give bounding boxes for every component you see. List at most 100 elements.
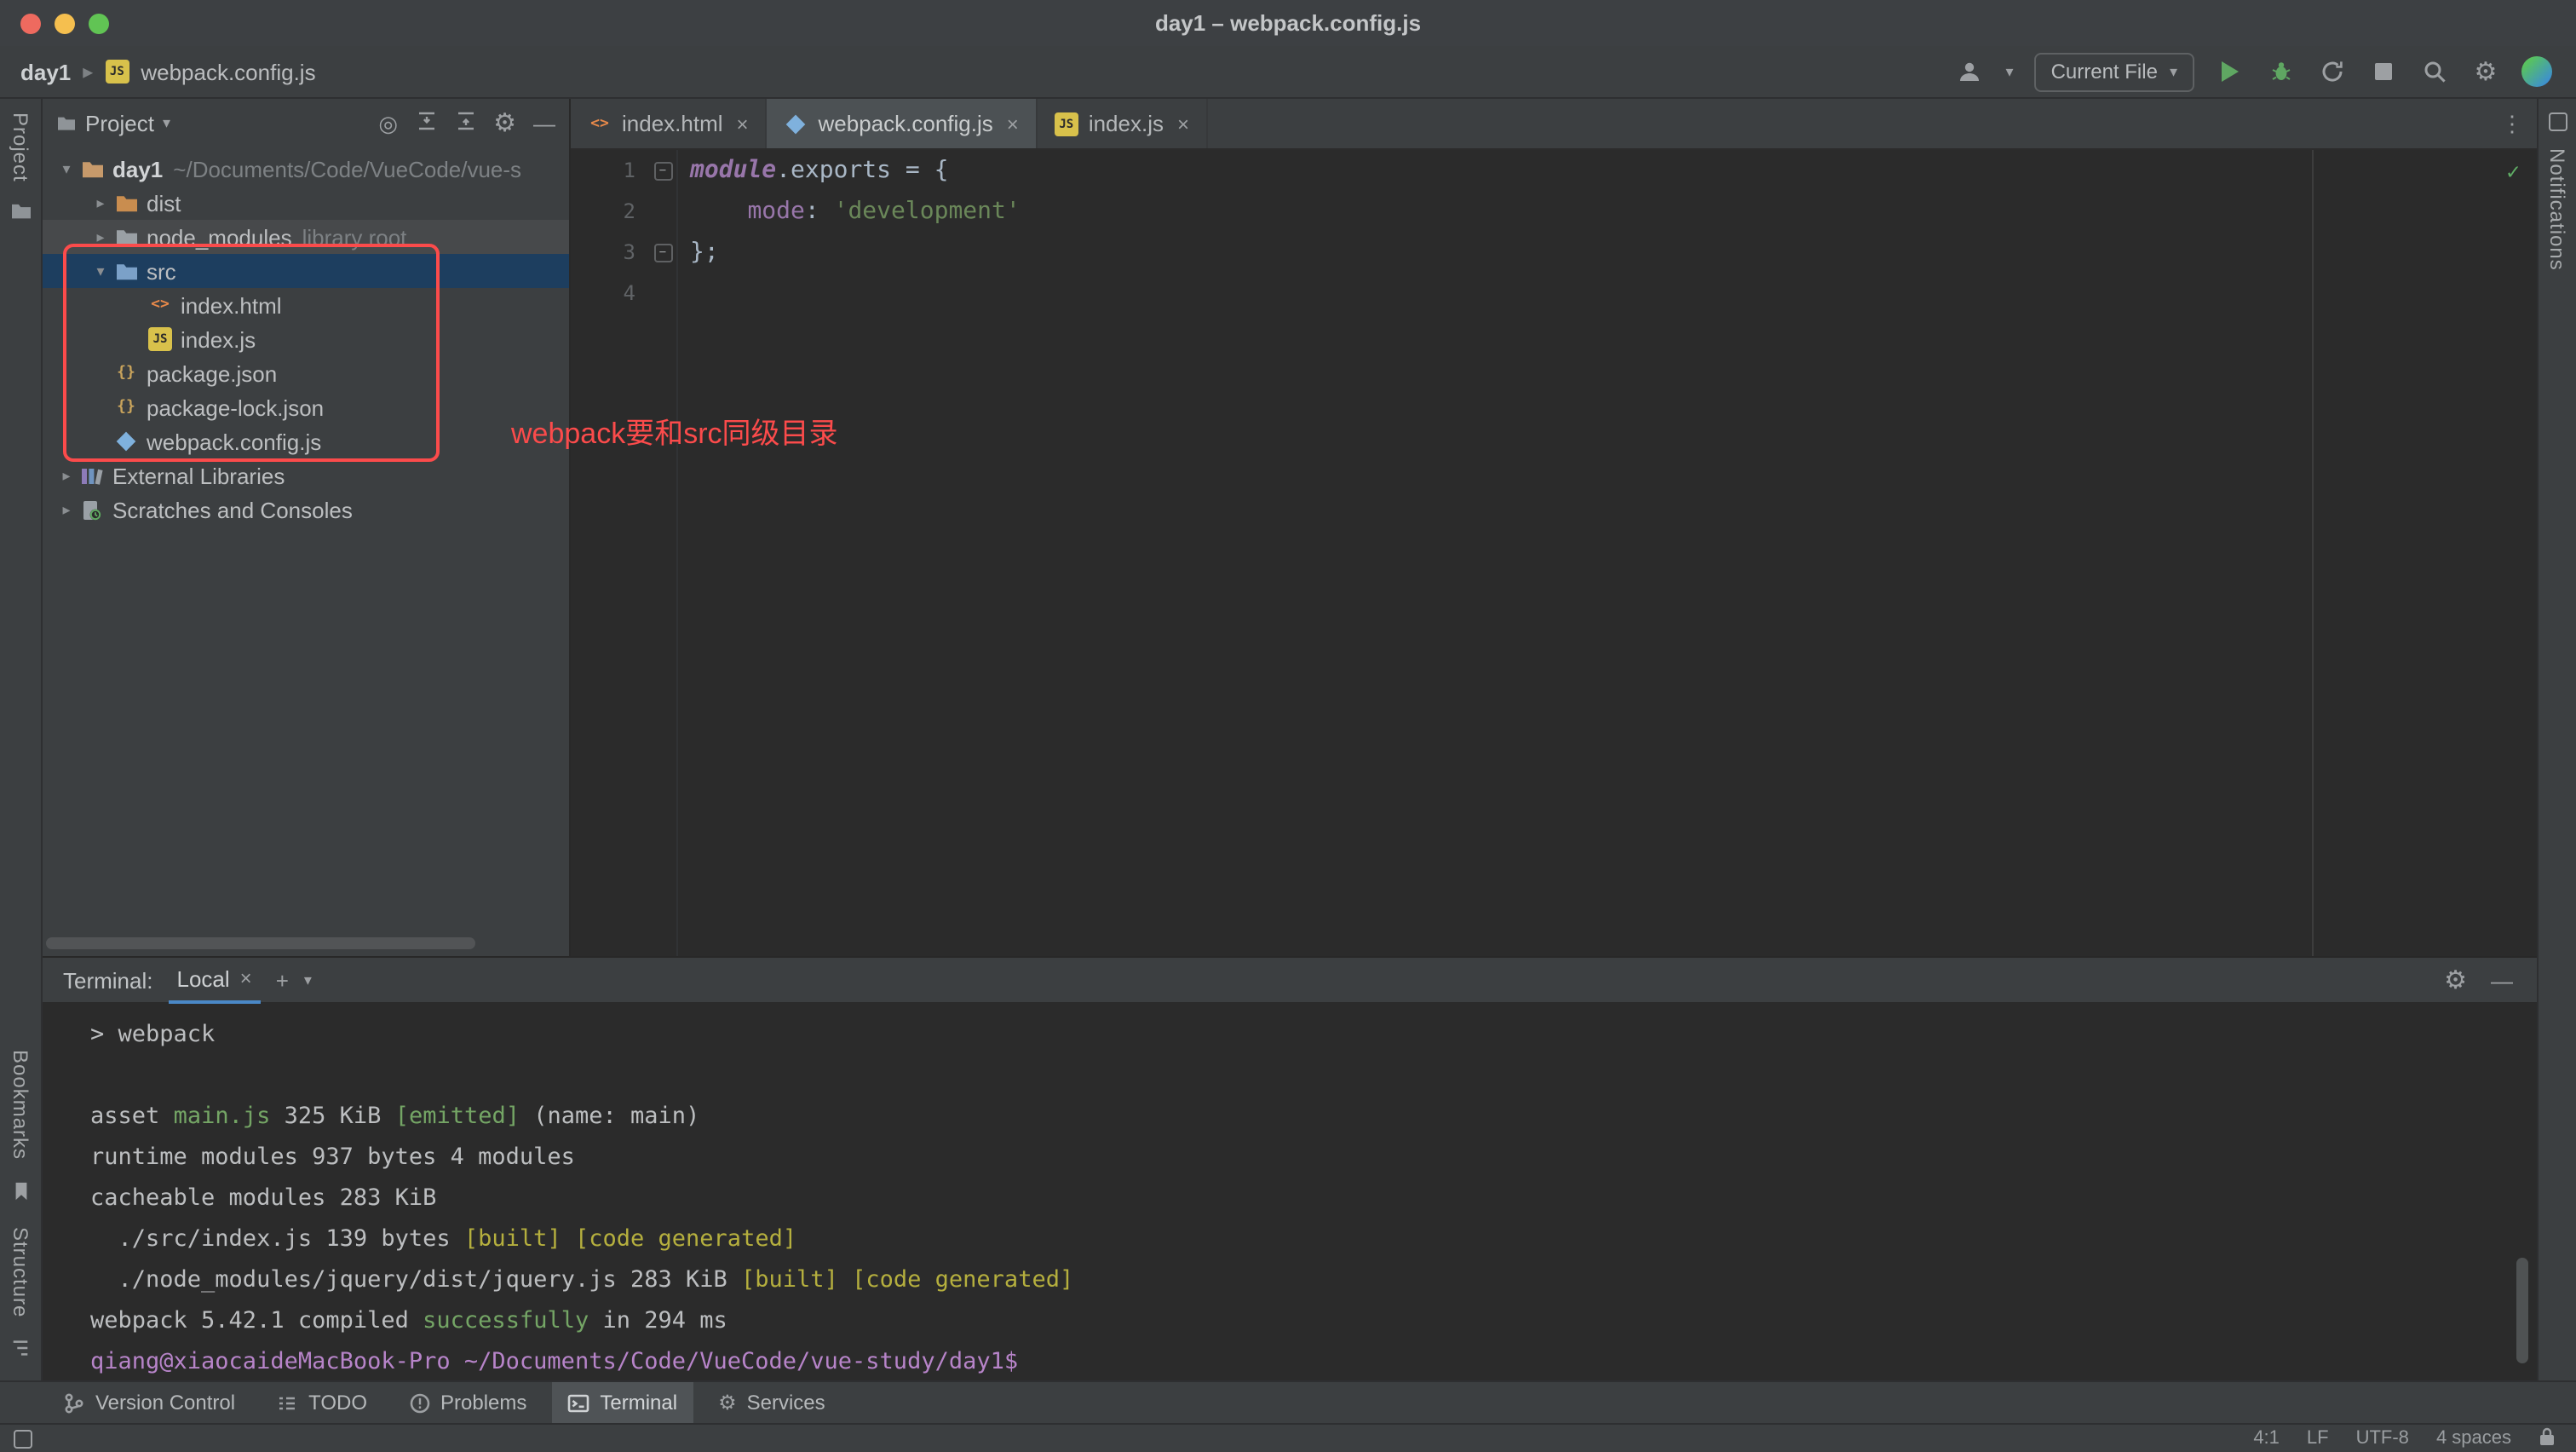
tree-item-index-js[interactable]: JS index.js xyxy=(43,322,569,356)
excluded-folder-icon xyxy=(114,193,143,213)
project-panel-header: Project ▾ ◎ ⚙ — xyxy=(43,99,569,148)
project-tool-icon[interactable] xyxy=(9,199,32,225)
chevron-down-icon: ▾ xyxy=(2169,62,2177,79)
webpack-file-icon xyxy=(785,112,808,135)
caret-position[interactable]: 4:1 xyxy=(2253,1428,2280,1449)
terminal-scrollbar[interactable] xyxy=(2516,1258,2528,1363)
bookmark-icon[interactable] xyxy=(11,1181,30,1207)
tool-stripe-notifications-tab[interactable]: Notifications xyxy=(2545,148,2569,271)
terminal-title: Terminal: xyxy=(63,967,153,993)
tree-item-package-json[interactable]: {} package.json xyxy=(43,356,569,390)
new-terminal-icon[interactable]: + xyxy=(276,967,289,993)
user-account-icon[interactable] xyxy=(1955,56,1986,87)
tree-item-webpack-config-js[interactable]: webpack.config.js xyxy=(43,424,569,458)
line-number: 4 xyxy=(623,281,635,305)
inspections-ok-icon[interactable]: ✓ xyxy=(2506,160,2520,186)
run-button[interactable] xyxy=(2215,56,2245,87)
navigation-bar: day1 ▸ JS webpack.config.js ▾ Current Fi… xyxy=(0,46,2576,99)
breadcrumb-project[interactable]: day1 xyxy=(20,59,71,84)
js-file-icon: JS xyxy=(105,60,129,84)
close-window-button[interactable] xyxy=(20,13,41,33)
terminal-output[interactable]: > webpack asset main.js 325 KiB [emitted… xyxy=(43,1002,2537,1387)
chevron-right-icon[interactable]: ▸ xyxy=(87,228,114,246)
indent-style[interactable]: 4 spaces xyxy=(2436,1428,2511,1449)
run-configuration-select[interactable]: Current File ▾ xyxy=(2033,52,2194,91)
tree-item-src[interactable]: ▾ src xyxy=(43,254,569,288)
toolwindow-terminal[interactable]: Terminal xyxy=(552,1382,693,1423)
tab-options-icon[interactable]: ⋮ xyxy=(2501,110,2523,137)
chevron-down-icon[interactable]: ▾ xyxy=(304,971,312,989)
terminal-settings-gear-icon[interactable]: ⚙ xyxy=(2444,967,2467,993)
breadcrumb-file[interactable]: webpack.config.js xyxy=(141,59,315,84)
file-encoding[interactable]: UTF-8 xyxy=(2356,1428,2409,1449)
project-settings-gear-icon[interactable]: ⚙ xyxy=(493,111,516,136)
line-number: 2 xyxy=(623,199,635,223)
rerun-button[interactable] xyxy=(2317,56,2348,87)
left-tool-stripe: Project Bookmarks Structure xyxy=(0,99,43,1380)
close-icon[interactable]: × xyxy=(1177,112,1189,135)
terminal-tool-window: Terminal: Local × + ▾ ⚙ — > webpack asse… xyxy=(43,956,2537,1387)
project-horizontal-scrollbar[interactable] xyxy=(46,937,475,949)
js-file-icon: JS xyxy=(148,327,177,351)
collapse-all-icon[interactable] xyxy=(454,111,476,136)
tree-item-index-html[interactable]: <> index.html xyxy=(43,288,569,322)
close-icon[interactable]: × xyxy=(737,112,749,135)
project-tool-window: Project ▾ ◎ ⚙ — ▾ day1 ~/Documents/Code/… xyxy=(43,99,571,956)
tool-stripe-bookmarks-tab[interactable]: Bookmarks xyxy=(9,1051,32,1161)
settings-gear-icon[interactable]: ⚙ xyxy=(2470,56,2501,87)
chevron-down-icon[interactable]: ▾ xyxy=(163,114,170,133)
tab-index-html[interactable]: <> index.html × xyxy=(571,99,768,148)
hide-panel-icon[interactable]: — xyxy=(533,111,555,136)
tree-item-node-modules[interactable]: ▸ node_modules library root xyxy=(43,220,569,254)
fold-region-icon[interactable]: − xyxy=(653,161,672,180)
toolwindow-switcher-icon[interactable] xyxy=(14,1429,32,1448)
code-line-2: 2 mode: 'development' xyxy=(571,191,2537,232)
project-view-selector[interactable]: Project xyxy=(85,111,154,136)
chevron-down-icon[interactable]: ▾ xyxy=(87,262,114,280)
line-separator[interactable]: LF xyxy=(2307,1428,2329,1449)
minimize-window-button[interactable] xyxy=(55,13,75,33)
toolwindow-services[interactable]: ⚙ Services xyxy=(703,1382,841,1423)
tree-item-external-libraries[interactable]: ▸ External Libraries xyxy=(43,458,569,493)
chevron-down-icon[interactable]: ▾ xyxy=(53,159,80,178)
toolwindow-todo[interactable]: TODO xyxy=(261,1382,382,1423)
tab-index-js[interactable]: JS index.js × xyxy=(1038,99,1208,148)
avatar[interactable] xyxy=(2521,56,2552,87)
traffic-lights xyxy=(20,0,109,46)
chevron-right-icon[interactable]: ▸ xyxy=(53,466,80,485)
readonly-lock-icon[interactable] xyxy=(2539,1426,2556,1451)
editor-tab-bar: <> index.html × webpack.config.js × JS i… xyxy=(571,99,2537,150)
line-number: 1 xyxy=(623,158,635,182)
tree-item-scratches[interactable]: ▸ Scratches and Consoles xyxy=(43,493,569,527)
zoom-window-button[interactable] xyxy=(89,13,109,33)
fold-region-end-icon[interactable]: − xyxy=(653,243,672,262)
close-icon[interactable]: × xyxy=(240,966,252,990)
tool-stripe-project-tab[interactable]: Project xyxy=(9,112,32,182)
tab-webpack-config-js[interactable]: webpack.config.js × xyxy=(767,99,1038,148)
code-editor[interactable]: 1 − module.exports = { 2 mode: 'developm… xyxy=(571,150,2537,956)
hide-terminal-icon[interactable]: — xyxy=(2491,967,2513,993)
toolwindow-version-control[interactable]: Version Control xyxy=(48,1382,250,1423)
user-dropdown-arrow-icon[interactable]: ▾ xyxy=(2006,62,2014,81)
tree-item-package-lock-json[interactable]: {} package-lock.json xyxy=(43,390,569,424)
tree-item-dist[interactable]: ▸ dist xyxy=(43,186,569,220)
notifications-indicator-icon[interactable] xyxy=(2548,112,2567,131)
toolwindow-problems[interactable]: Problems xyxy=(393,1382,542,1423)
chevron-right-icon[interactable]: ▸ xyxy=(87,193,114,212)
folder-icon xyxy=(114,227,143,247)
close-icon[interactable]: × xyxy=(1007,112,1019,135)
structure-icon[interactable] xyxy=(10,1338,31,1363)
tool-stripe-structure-tab[interactable]: Structure xyxy=(9,1227,32,1317)
expand-all-icon[interactable] xyxy=(415,111,437,136)
tree-item-day1[interactable]: ▾ day1 ~/Documents/Code/VueCode/vue-s xyxy=(43,152,569,186)
libraries-icon xyxy=(80,464,109,487)
chevron-right-icon[interactable]: ▸ xyxy=(53,500,80,519)
webpack-file-icon xyxy=(114,429,143,453)
search-everywhere-icon[interactable] xyxy=(2419,56,2450,87)
locate-file-icon[interactable]: ◎ xyxy=(378,110,398,137)
stop-button[interactable] xyxy=(2368,56,2399,87)
project-tree: ▾ day1 ~/Documents/Code/VueCode/vue-s ▸ … xyxy=(43,148,569,956)
code-line-1: 1 − module.exports = { xyxy=(571,150,2537,191)
debug-button[interactable] xyxy=(2266,56,2297,87)
terminal-tab-local[interactable]: Local × xyxy=(168,956,261,1004)
